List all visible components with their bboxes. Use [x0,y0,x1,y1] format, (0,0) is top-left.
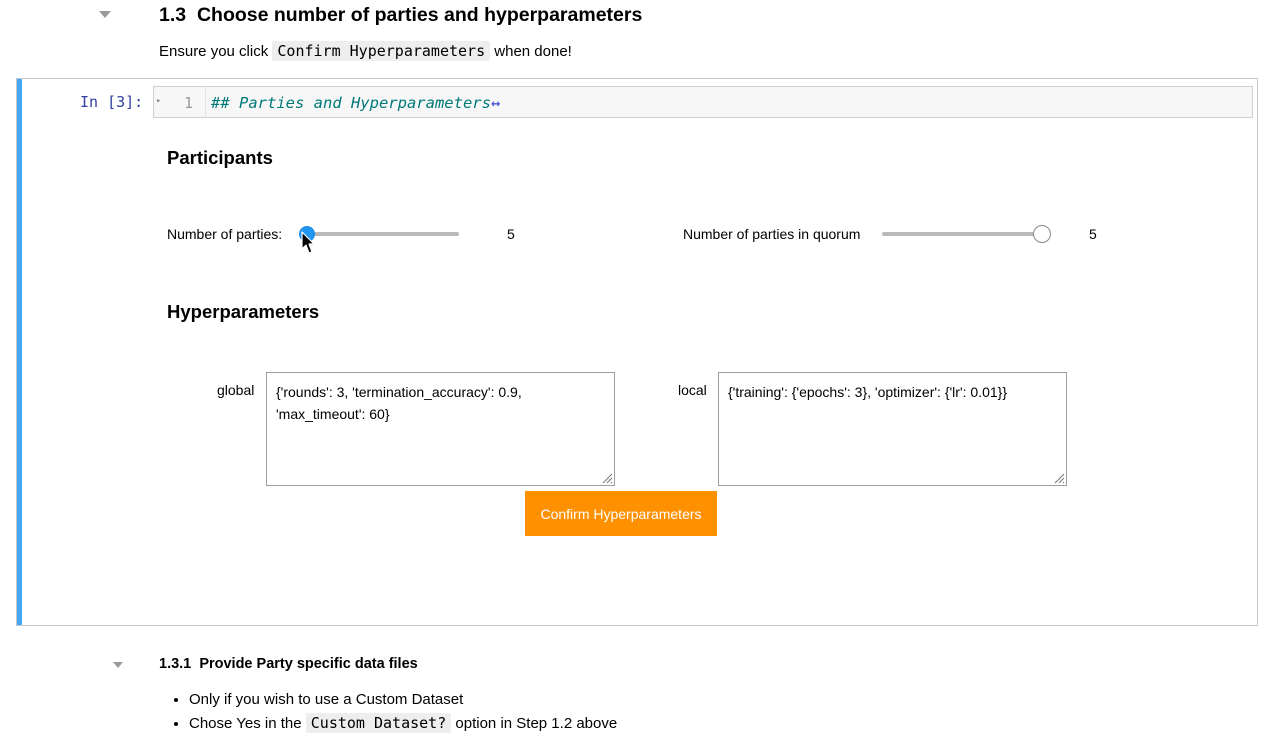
list-item: Chose Yes in the Custom Dataset? option … [189,713,617,734]
mouse-cursor-icon [301,231,315,254]
section-title: Choose number of parties and hyperparame… [196,4,643,26]
local-hyperparameters-value: {'training': {'epochs': 3}, 'optimizer':… [728,384,1007,400]
notebook-cell[interactable]: In [3]: ▸ 1 ## Parties and Hyperparamete… [16,78,1258,626]
hyperparameters-heading: Hyperparameters [167,301,320,322]
subsection-title: Provide Party specific data files [199,656,418,672]
quorum-slider-track[interactable] [882,232,1044,236]
cell-prompt: In [3]: [80,93,144,111]
list-item-text-after: option in Step 1.2 above [451,715,618,732]
code-editor[interactable]: ▸ 1 ## Parties and Hyperparameters↔ [153,86,1253,118]
participants-heading: Participants [167,147,273,168]
line-number: 1 [184,94,194,112]
subsection-number: 1.3.1 [159,656,192,672]
note-text-before: Ensure you click [159,43,273,60]
code-comment: ## Parties and Hyperparameters [211,94,491,112]
global-hyperparameters-value: {'rounds': 3, 'termination_accuracy': 0.… [276,384,522,422]
local-label: local [678,382,707,398]
section-collapse-caret-icon[interactable] [99,11,111,18]
subsection-collapse-caret-icon[interactable] [113,662,123,668]
subsection-heading: 1.3.1 Provide Party specific data files [159,656,418,672]
quorum-slider-handle[interactable] [1033,225,1051,243]
note-inline-code: Confirm Hyperparameters [272,41,491,61]
global-label: global [217,382,255,398]
quorum-slider-value: 5 [1089,226,1097,242]
list-item-text-before: Chose Yes in the [189,715,306,732]
parties-slider-track[interactable] [307,232,459,236]
expand-arrows-icon[interactable]: ↔ [491,94,500,112]
gutter-divider [205,87,206,117]
fold-arrow-icon[interactable]: ▸ [156,96,161,106]
global-hyperparameters-textarea[interactable]: {'rounds': 3, 'termination_accuracy': 0.… [266,372,615,486]
quorum-slider-label: Number of parties in quorum [683,226,861,242]
note-text-after: when done! [490,43,572,60]
section-number: 1.3 [159,4,187,26]
confirm-hyperparameters-button[interactable]: Confirm Hyperparameters [525,491,717,536]
section-heading: 1.3 Choose number of parties and hyperpa… [159,4,642,27]
resize-grip-icon[interactable] [601,472,613,484]
parties-slider-value: 5 [507,226,515,242]
code-line[interactable]: ## Parties and Hyperparameters↔ [211,94,500,112]
local-hyperparameters-textarea[interactable]: {'training': {'epochs': 3}, 'optimizer':… [718,372,1067,486]
subsection-bullet-list: Only if you wish to use a Custom Dataset… [159,690,617,737]
list-item: Only if you wish to use a Custom Dataset [189,690,617,710]
parties-slider-label: Number of parties: [167,226,283,242]
cell-selection-bar [17,79,22,625]
section-note: Ensure you click Confirm Hyperparameters… [159,41,572,61]
resize-grip-icon[interactable] [1053,472,1065,484]
list-item-inline-code: Custom Dataset? [305,713,452,733]
